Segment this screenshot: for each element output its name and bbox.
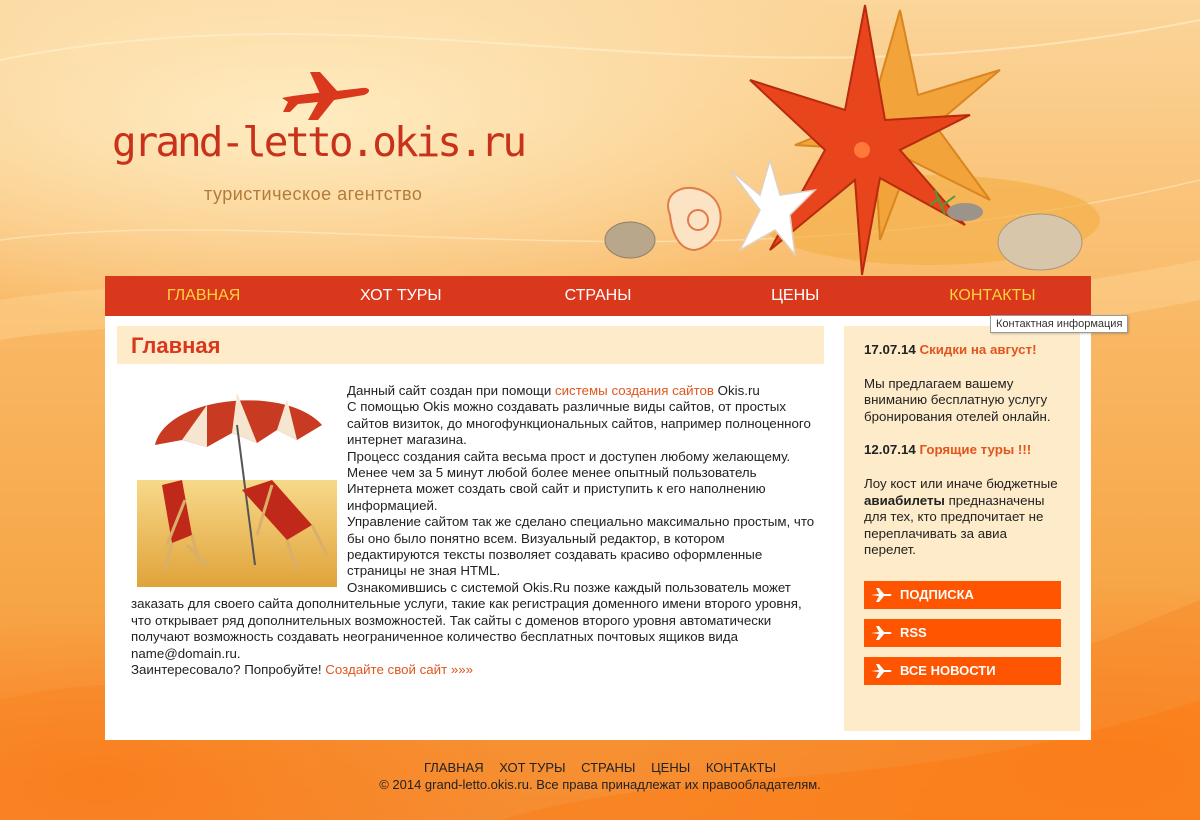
sidebar: 17.07.14 Скидки на август! Мы предлагаем… xyxy=(844,326,1080,731)
news-text: Мы предлагаем вашему вниманию бесплатную… xyxy=(864,375,1051,424)
all-news-button[interactable]: ВСЕ НОВОСТИ xyxy=(864,656,1061,685)
paragraph-2: С помощью Okis можно создавать различные… xyxy=(347,399,811,448)
content-area: Главная Данный сайт создан при помощи си… xyxy=(105,316,1091,740)
news-item: 12.07.14 Горящие туры !!! xyxy=(864,442,1060,459)
footer-nav: Главная Хот туры Страны Цены Контакты xyxy=(0,760,1200,775)
airplane-icon xyxy=(871,587,892,602)
paragraph-3: Процесс создания сайта весьма прост и до… xyxy=(347,448,791,513)
news-date: 17.07.14 xyxy=(864,342,916,357)
news-title-link[interactable]: Скидки на август! xyxy=(919,342,1036,357)
news-bold-word: авиабилеты xyxy=(864,492,945,508)
paragraph-4: Управление сайтом так же сделано специал… xyxy=(347,514,815,579)
paragraph-cta: Заинтересовало? Попробуйте! Создайте сво… xyxy=(131,661,474,677)
airplane-icon xyxy=(871,663,892,678)
main-column: Главная Данный сайт создан при помощи си… xyxy=(117,326,824,678)
paragraph-5: Ознакомившись с системой Okis.Ru позже к… xyxy=(131,579,802,661)
site-logo[interactable]: grand-letto.okis.ru туристическое агентс… xyxy=(112,68,552,218)
nav-item-home[interactable]: Главная xyxy=(105,287,302,305)
cms-link[interactable]: системы создания сайтов xyxy=(555,383,714,398)
news-text: Лоу кост или иначе бюджетные авиабилеты … xyxy=(864,475,1058,558)
rss-button-label: RSS xyxy=(900,624,927,640)
news-date: 12.07.14 xyxy=(864,442,916,458)
footer-link-countries[interactable]: Страны xyxy=(581,760,635,775)
nav-item-prices[interactable]: Цены xyxy=(697,287,894,305)
news-title-link[interactable]: Горящие туры !!! xyxy=(919,442,1031,457)
rss-button[interactable]: RSS xyxy=(864,618,1061,647)
airplane-icon xyxy=(871,625,892,640)
footer-link-hot-tours[interactable]: Хот туры xyxy=(499,760,565,775)
paragraph-intro: Данный сайт создан при помощи системы со… xyxy=(347,383,760,398)
site-tagline: туристическое агентство xyxy=(204,184,423,204)
airplane-logo-icon xyxy=(282,72,370,120)
article-body: Данный сайт создан при помощи системы со… xyxy=(117,383,824,678)
site-title: grand-letto.okis.ru xyxy=(112,118,527,166)
main-nav: Главная Хот туры Страны Цены Контакты xyxy=(105,276,1091,316)
copyright: © 2014 grand-letto.okis.ru. Все права пр… xyxy=(379,777,821,792)
nav-item-hot-tours[interactable]: Хот туры xyxy=(302,287,499,305)
subscribe-button[interactable]: ПОДПИСКА xyxy=(864,580,1061,609)
nav-item-contacts[interactable]: Контакты xyxy=(894,287,1091,305)
subscribe-button-label: ПОДПИСКА xyxy=(900,586,974,602)
stone-left xyxy=(604,221,656,259)
create-site-link[interactable]: Создайте свой сайт »»» xyxy=(325,662,473,677)
news-item: 17.07.14 Скидки на август! xyxy=(864,342,1060,359)
nav-item-countries[interactable]: Страны xyxy=(499,287,696,305)
shell-conch xyxy=(667,186,722,252)
all-news-button-label: ВСЕ НОВОСТИ xyxy=(900,662,996,678)
footer-link-home[interactable]: Главная xyxy=(424,760,484,775)
stone-right xyxy=(997,213,1083,271)
beach-umbrella-image xyxy=(137,385,337,587)
footer-link-contacts[interactable]: Контакты xyxy=(706,760,776,775)
footer-link-prices[interactable]: Цены xyxy=(651,760,690,775)
beach-decoration xyxy=(604,4,1100,276)
contacts-tooltip: Контактная информация xyxy=(990,315,1129,333)
page-title: Главная xyxy=(117,326,824,364)
